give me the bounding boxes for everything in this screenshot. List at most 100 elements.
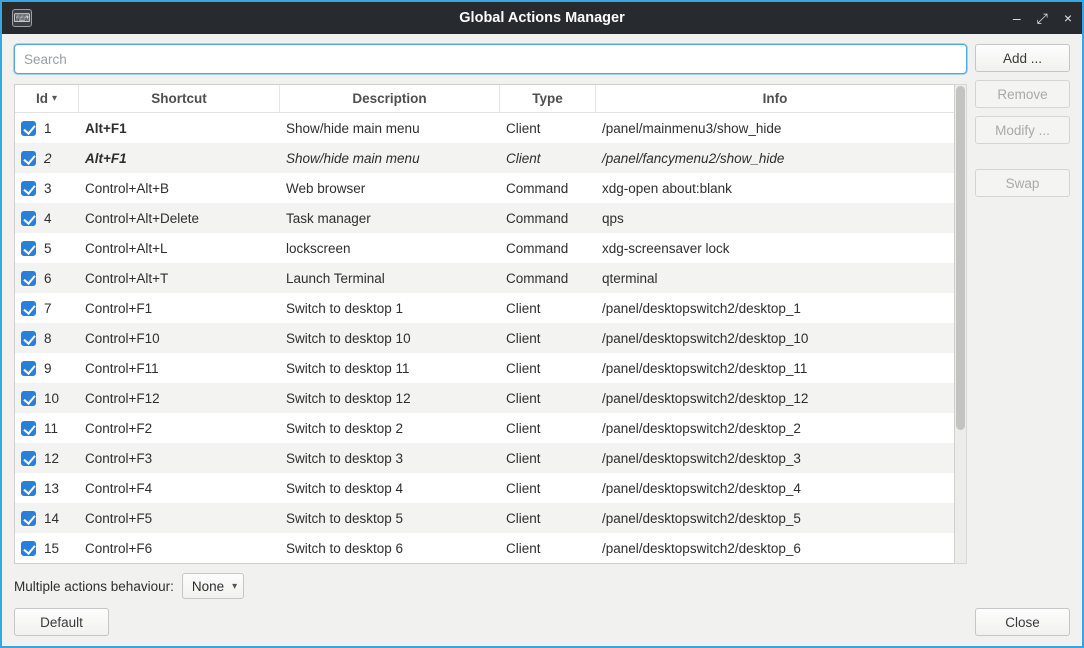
table-row[interactable]: 15Control+F6Switch to desktop 6Client/pa…: [15, 533, 954, 563]
table-row[interactable]: 5Control+Alt+LlockscreenCommandxdg-scree…: [15, 233, 954, 263]
row-checkbox[interactable]: [21, 361, 36, 376]
cell-info: xdg-screensaver lock: [596, 241, 954, 256]
modify-button[interactable]: Modify ...: [975, 116, 1070, 144]
cell-type: Client: [500, 391, 596, 406]
cell-description: Switch to desktop 4: [280, 481, 500, 496]
row-checkbox[interactable]: [21, 121, 36, 136]
window-title: Global Actions Manager: [2, 10, 1082, 26]
cell-description: lockscreen: [280, 241, 500, 256]
cell-shortcut: Control+F10: [79, 331, 280, 346]
table-row[interactable]: 7Control+F1Switch to desktop 1Client/pan…: [15, 293, 954, 323]
default-button[interactable]: Default: [14, 608, 109, 636]
vertical-scrollbar[interactable]: [955, 84, 967, 564]
cell-id: 8: [15, 331, 79, 346]
table-row[interactable]: 3Control+Alt+BWeb browserCommandxdg-open…: [15, 173, 954, 203]
table-row[interactable]: 10Control+F12Switch to desktop 12Client/…: [15, 383, 954, 413]
cell-shortcut: Control+Alt+T: [79, 271, 280, 286]
dropdown-selected-value: None: [192, 579, 224, 594]
cell-description: Switch to desktop 11: [280, 361, 500, 376]
table-row[interactable]: 9Control+F11Switch to desktop 11Client/p…: [15, 353, 954, 383]
column-header-info[interactable]: Info: [596, 85, 954, 112]
cell-type: Client: [500, 301, 596, 316]
cell-shortcut: Control+Alt+Delete: [79, 211, 280, 226]
actions-table: Id▾Shortcut Description Type Info 1Alt+F1Sh…: [14, 84, 955, 564]
cell-shortcut: Alt+F1: [79, 121, 280, 136]
row-checkbox[interactable]: [21, 421, 36, 436]
cell-info: /panel/desktopswitch2/desktop_5: [596, 511, 954, 526]
add-button[interactable]: Add ...: [975, 44, 1070, 72]
search-input[interactable]: [14, 44, 967, 74]
row-checkbox[interactable]: [21, 211, 36, 226]
row-checkbox[interactable]: [21, 331, 36, 346]
row-checkbox[interactable]: [21, 391, 36, 406]
cell-description: Web browser: [280, 181, 500, 196]
row-checkbox[interactable]: [21, 541, 36, 556]
row-checkbox[interactable]: [21, 451, 36, 466]
cell-description: Switch to desktop 1: [280, 301, 500, 316]
cell-id: 13: [15, 481, 79, 496]
minimize-icon[interactable]: –: [1013, 9, 1021, 27]
multiple-actions-label: Multiple actions behaviour:: [14, 579, 174, 594]
row-checkbox[interactable]: [21, 151, 36, 166]
table-row[interactable]: 2Alt+F1Show/hide main menuClient/panel/f…: [15, 143, 954, 173]
row-id: 11: [44, 421, 58, 436]
remove-button[interactable]: Remove: [975, 80, 1070, 108]
close-icon[interactable]: ×: [1064, 9, 1072, 27]
swap-button[interactable]: Swap: [975, 169, 1070, 197]
row-checkbox[interactable]: [21, 301, 36, 316]
table-row[interactable]: 8Control+F10Switch to desktop 10Client/p…: [15, 323, 954, 353]
row-id: 6: [44, 271, 52, 286]
cell-id: 12: [15, 451, 79, 466]
cell-info: /panel/mainmenu3/show_hide: [596, 121, 954, 136]
row-id: 2: [44, 151, 52, 166]
keyboard-icon: ⌨: [12, 9, 32, 27]
column-header-shortcut[interactable]: Shortcut: [79, 85, 280, 112]
cell-description: Switch to desktop 2: [280, 421, 500, 436]
table-header-row: Id▾Shortcut Description Type Info: [15, 85, 954, 113]
cell-shortcut: Control+F5: [79, 511, 280, 526]
table-row[interactable]: 13Control+F4Switch to desktop 4Client/pa…: [15, 473, 954, 503]
row-id: 13: [44, 481, 59, 496]
column-header-id[interactable]: Id▾: [15, 85, 79, 112]
column-header-label: Id: [36, 91, 48, 106]
table-row[interactable]: 1Alt+F1Show/hide main menuClient/panel/m…: [15, 113, 954, 143]
cell-info: /panel/desktopswitch2/desktop_1: [596, 301, 954, 316]
cell-type: Client: [500, 541, 596, 556]
row-checkbox[interactable]: [21, 481, 36, 496]
titlebar[interactable]: ⌨ Global Actions Manager – ⤢ ×: [2, 2, 1082, 34]
maximize-icon[interactable]: ⤢: [1037, 9, 1048, 27]
cell-description: Show/hide main menu: [280, 121, 500, 136]
table-row[interactable]: 11Control+F2Switch to desktop 2Client/pa…: [15, 413, 954, 443]
column-header-type[interactable]: Type: [500, 85, 596, 112]
row-id: 12: [44, 451, 59, 466]
cell-type: Client: [500, 451, 596, 466]
chevron-down-icon: ▾: [232, 581, 237, 592]
column-header-label: Description: [352, 91, 426, 106]
row-checkbox[interactable]: [21, 511, 36, 526]
close-button[interactable]: Close: [975, 608, 1070, 636]
cell-shortcut: Control+F6: [79, 541, 280, 556]
actions-table-wrap: Id▾Shortcut Description Type Info 1Alt+F1Sh…: [14, 84, 967, 564]
column-header-description[interactable]: Description: [280, 85, 500, 112]
cell-id: 3: [15, 181, 79, 196]
table-row[interactable]: 6Control+Alt+TLaunch TerminalCommandqter…: [15, 263, 954, 293]
row-id: 3: [44, 181, 52, 196]
table-row[interactable]: 12Control+F3Switch to desktop 3Client/pa…: [15, 443, 954, 473]
cell-id: 14: [15, 511, 79, 526]
cell-info: /panel/desktopswitch2/desktop_4: [596, 481, 954, 496]
multiple-actions-dropdown[interactable]: None ▾: [182, 573, 244, 599]
cell-shortcut: Control+F4: [79, 481, 280, 496]
cell-type: Client: [500, 331, 596, 346]
global-actions-manager-window: ⌨ Global Actions Manager – ⤢ × Id▾Shortc…: [0, 0, 1084, 648]
column-header-label: Info: [763, 91, 788, 106]
table-row[interactable]: 4Control+Alt+DeleteTask managerCommandqp…: [15, 203, 954, 233]
cell-info: qterminal: [596, 271, 954, 286]
table-row[interactable]: 14Control+F5Switch to desktop 5Client/pa…: [15, 503, 954, 533]
row-checkbox[interactable]: [21, 271, 36, 286]
cell-id: 5: [15, 241, 79, 256]
cell-shortcut: Control+Alt+B: [79, 181, 280, 196]
row-checkbox[interactable]: [21, 181, 36, 196]
cell-id: 9: [15, 361, 79, 376]
row-checkbox[interactable]: [21, 241, 36, 256]
scrollbar-thumb[interactable]: [956, 86, 965, 430]
